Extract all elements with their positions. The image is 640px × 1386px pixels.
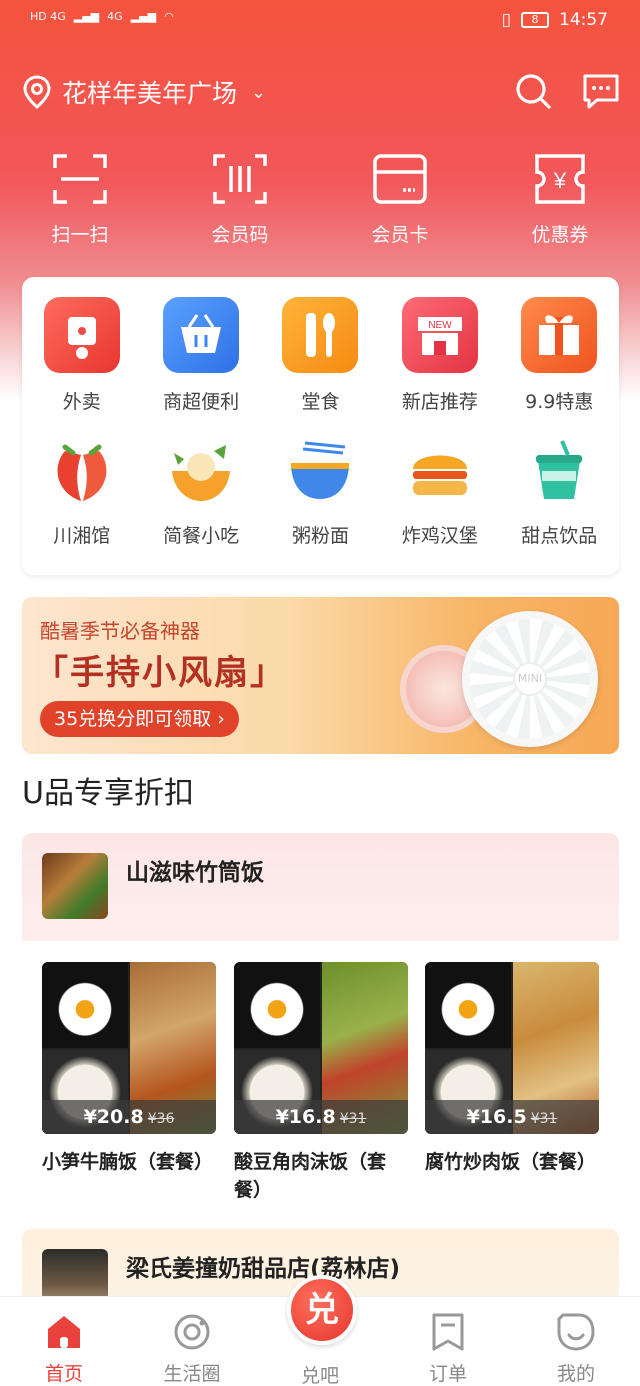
- clock: 14:57: [559, 10, 608, 30]
- card-icon: [373, 154, 427, 204]
- scooter-icon: [43, 297, 120, 373]
- bottom-tab-bar: 首页 生活圈 兑 兑吧 订单 我的: [0, 1275, 640, 1386]
- category-sichuan-hunan[interactable]: 川湘馆: [22, 437, 141, 577]
- product-name: 酸豆角肉沫饭（套餐）: [234, 1151, 387, 1201]
- location-pin-icon: [23, 75, 51, 109]
- chili-icon: [47, 437, 117, 507]
- bowl-icon: [166, 437, 236, 507]
- fan-label: MINI: [513, 662, 547, 696]
- signal-icon: ▂▄▆: [73, 10, 100, 23]
- order-icon: [432, 1313, 464, 1351]
- location-selector[interactable]: 花样年美年广场 ⌄: [22, 74, 266, 110]
- status-bar: HD 4G ▂▄▆ 4G ▂▄▆ ◠ ▯ 8 14:57: [0, 8, 640, 38]
- scan-icon: [53, 154, 107, 204]
- wifi-icon: ◠: [164, 10, 174, 23]
- category-snacks[interactable]: 简餐小吃: [141, 437, 260, 577]
- product-price: ¥16.8 ¥31: [234, 1100, 408, 1134]
- product-name: 小笋牛腩饭（套餐）: [42, 1151, 214, 1173]
- category-fried-chicken-burger[interactable]: 炸鸡汉堡: [380, 437, 499, 577]
- category-special-offer[interactable]: 9.9特惠: [500, 297, 619, 437]
- product-card[interactable]: ¥20.8 ¥36 小笋牛腩饭（套餐）: [42, 962, 216, 1176]
- svg-text:NEW: NEW: [428, 320, 452, 331]
- shop-thumbnail: [42, 853, 108, 919]
- product-list: ¥20.8 ¥36 小笋牛腩饭（套餐） ¥16.8 ¥31 酸豆角肉沫饭（套餐） ¥…: [42, 962, 602, 1212]
- member-code-button[interactable]: 会员码: [160, 150, 320, 260]
- banner-cta-button[interactable]: 35兑换分即可领取 ›: [40, 701, 239, 737]
- banner-subtitle: 酷暑季节必备神器: [40, 619, 200, 643]
- cutlery-icon: [282, 297, 359, 373]
- fan-image: MINI: [462, 611, 598, 747]
- vibrate-icon: ▯: [501, 10, 511, 30]
- product-image: ¥20.8 ¥36: [42, 962, 216, 1134]
- profile-icon: [557, 1313, 595, 1351]
- shop-header[interactable]: 山滋味竹筒饭: [22, 833, 619, 941]
- category-takeout[interactable]: 外卖: [22, 297, 141, 437]
- coupon-button[interactable]: ¥ 优惠券: [480, 150, 640, 260]
- category-grid-card: 外卖 商超便利 堂食 NEW 新店推荐 9.9特惠 川湘馆 简餐小吃 粥粉面 炸…: [22, 277, 619, 575]
- promo-banner[interactable]: 酷暑季节必备神器 「手持小风扇」 35兑换分即可领取 › MINI: [22, 597, 619, 754]
- product-card[interactable]: ¥16.8 ¥31 酸豆角肉沫饭（套餐）: [234, 962, 408, 1204]
- drink-cup-icon: [524, 437, 594, 507]
- product-card[interactable]: ¥16.5 ¥31 腐竹炒肉饭（套餐）: [425, 962, 599, 1176]
- coupon-icon: ¥: [535, 154, 585, 204]
- product-name: 腐竹炒肉饭（套餐）: [425, 1151, 597, 1173]
- network-indicator: HD 4G: [30, 10, 66, 23]
- banner-title: 「手持小风扇」: [34, 653, 286, 693]
- location-bar: 花样年美年广场 ⌄: [22, 70, 622, 114]
- home-icon: [48, 1316, 80, 1348]
- tab-home[interactable]: 首页: [0, 1297, 128, 1386]
- search-icon[interactable]: [514, 72, 552, 110]
- product-image: ¥16.5 ¥31: [425, 962, 599, 1134]
- quick-actions: 扫一扫 会员码 会员卡 ¥ 优惠券: [0, 150, 640, 260]
- svg-text:¥: ¥: [553, 168, 567, 193]
- category-supermarket[interactable]: 商超便利: [141, 297, 260, 437]
- section-title: U品专享折扣: [22, 776, 194, 811]
- category-congee-noodles[interactable]: 粥粉面: [261, 437, 380, 577]
- product-price: ¥16.5 ¥31: [425, 1100, 599, 1134]
- tab-life-circle[interactable]: 生活圈: [128, 1297, 256, 1386]
- chevron-down-icon: ⌄: [251, 81, 267, 103]
- message-icon[interactable]: [582, 72, 620, 110]
- member-card-button[interactable]: 会员卡: [320, 150, 480, 260]
- signal-icon: ▂▄▆: [130, 10, 157, 23]
- shop-name: 梁氏姜撞奶甜品店(荔林店): [126, 1256, 401, 1282]
- noodle-bowl-icon: [285, 437, 355, 507]
- battery-icon: 8: [521, 12, 549, 28]
- network-indicator: 4G: [107, 10, 123, 23]
- location-name: 花样年美年广场: [62, 79, 238, 108]
- circle-icon: [174, 1314, 210, 1350]
- scan-button[interactable]: 扫一扫: [0, 150, 160, 260]
- burger-icon: [405, 437, 475, 507]
- tab-profile[interactable]: 我的: [512, 1297, 640, 1386]
- redeem-icon: 兑: [287, 1275, 357, 1345]
- tab-redeem[interactable]: 兑 兑吧: [256, 1275, 384, 1386]
- product-price: ¥20.8 ¥36: [42, 1100, 216, 1134]
- basket-icon: [163, 297, 240, 373]
- category-new-stores[interactable]: NEW 新店推荐: [380, 297, 499, 437]
- new-store-icon: NEW: [401, 297, 478, 373]
- tab-orders[interactable]: 订单: [384, 1297, 512, 1386]
- shop-name: 山滋味竹筒饭: [126, 860, 264, 886]
- gift-icon: [521, 297, 598, 373]
- barcode-icon: [213, 154, 267, 204]
- product-image: ¥16.8 ¥31: [234, 962, 408, 1134]
- category-dine-in[interactable]: 堂食: [261, 297, 380, 437]
- category-desserts-drinks[interactable]: 甜点饮品: [500, 437, 619, 577]
